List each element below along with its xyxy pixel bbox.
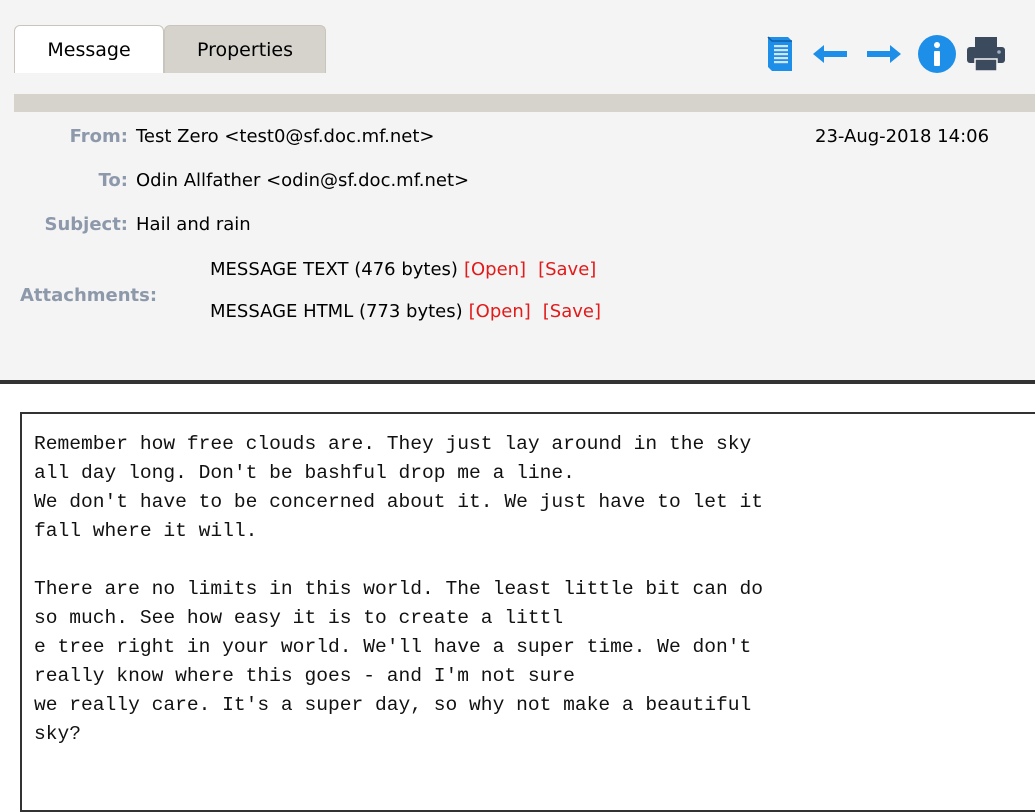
print-icon[interactable]: [964, 35, 1008, 73]
arrow-right-icon[interactable]: [858, 43, 910, 65]
message-header-panel: Message Properties From: Test Zero <test…: [0, 0, 1035, 380]
attachment-row: MESSAGE HTML (773 bytes) [Open] [Save]: [210, 301, 601, 322]
attachment-name: MESSAGE TEXT (476 bytes): [210, 259, 458, 280]
attachment-open-link[interactable]: [Open]: [464, 259, 526, 280]
attachment-open-link[interactable]: [Open]: [469, 301, 531, 322]
tab-bar-separator: [14, 94, 1035, 112]
attachment-row: MESSAGE TEXT (476 bytes) [Open] [Save]: [210, 259, 596, 280]
attachment-save-link[interactable]: [Save]: [543, 301, 601, 322]
attachment-save-link[interactable]: [Save]: [538, 259, 596, 280]
subject-value: Hail and rain: [136, 214, 251, 235]
message-body-frame[interactable]: Remember how free clouds are. They just …: [20, 412, 1035, 812]
from-value: Test Zero <test0@sf.doc.mf.net>: [136, 126, 435, 147]
toolbar: [758, 32, 1008, 76]
tab-properties[interactable]: Properties: [164, 25, 326, 73]
to-label: To:: [98, 170, 128, 191]
info-icon[interactable]: [910, 34, 964, 74]
subject-label: Subject:: [44, 214, 128, 235]
header-divider: [0, 380, 1035, 384]
message-date: 23-Aug-2018 14:06: [815, 126, 990, 147]
from-label: From:: [69, 126, 128, 147]
tab-message[interactable]: Message: [14, 25, 164, 73]
message-body-text: Remember how free clouds are. They just …: [34, 433, 764, 745]
arrow-left-icon[interactable]: [802, 43, 858, 65]
attachments-label: Attachments:: [20, 285, 158, 306]
to-value: Odin Allfather <odin@sf.doc.mf.net>: [136, 170, 470, 191]
document-icon[interactable]: [758, 34, 802, 74]
tab-strip: Message Properties: [14, 25, 326, 73]
attachment-name: MESSAGE HTML (773 bytes): [210, 301, 463, 322]
